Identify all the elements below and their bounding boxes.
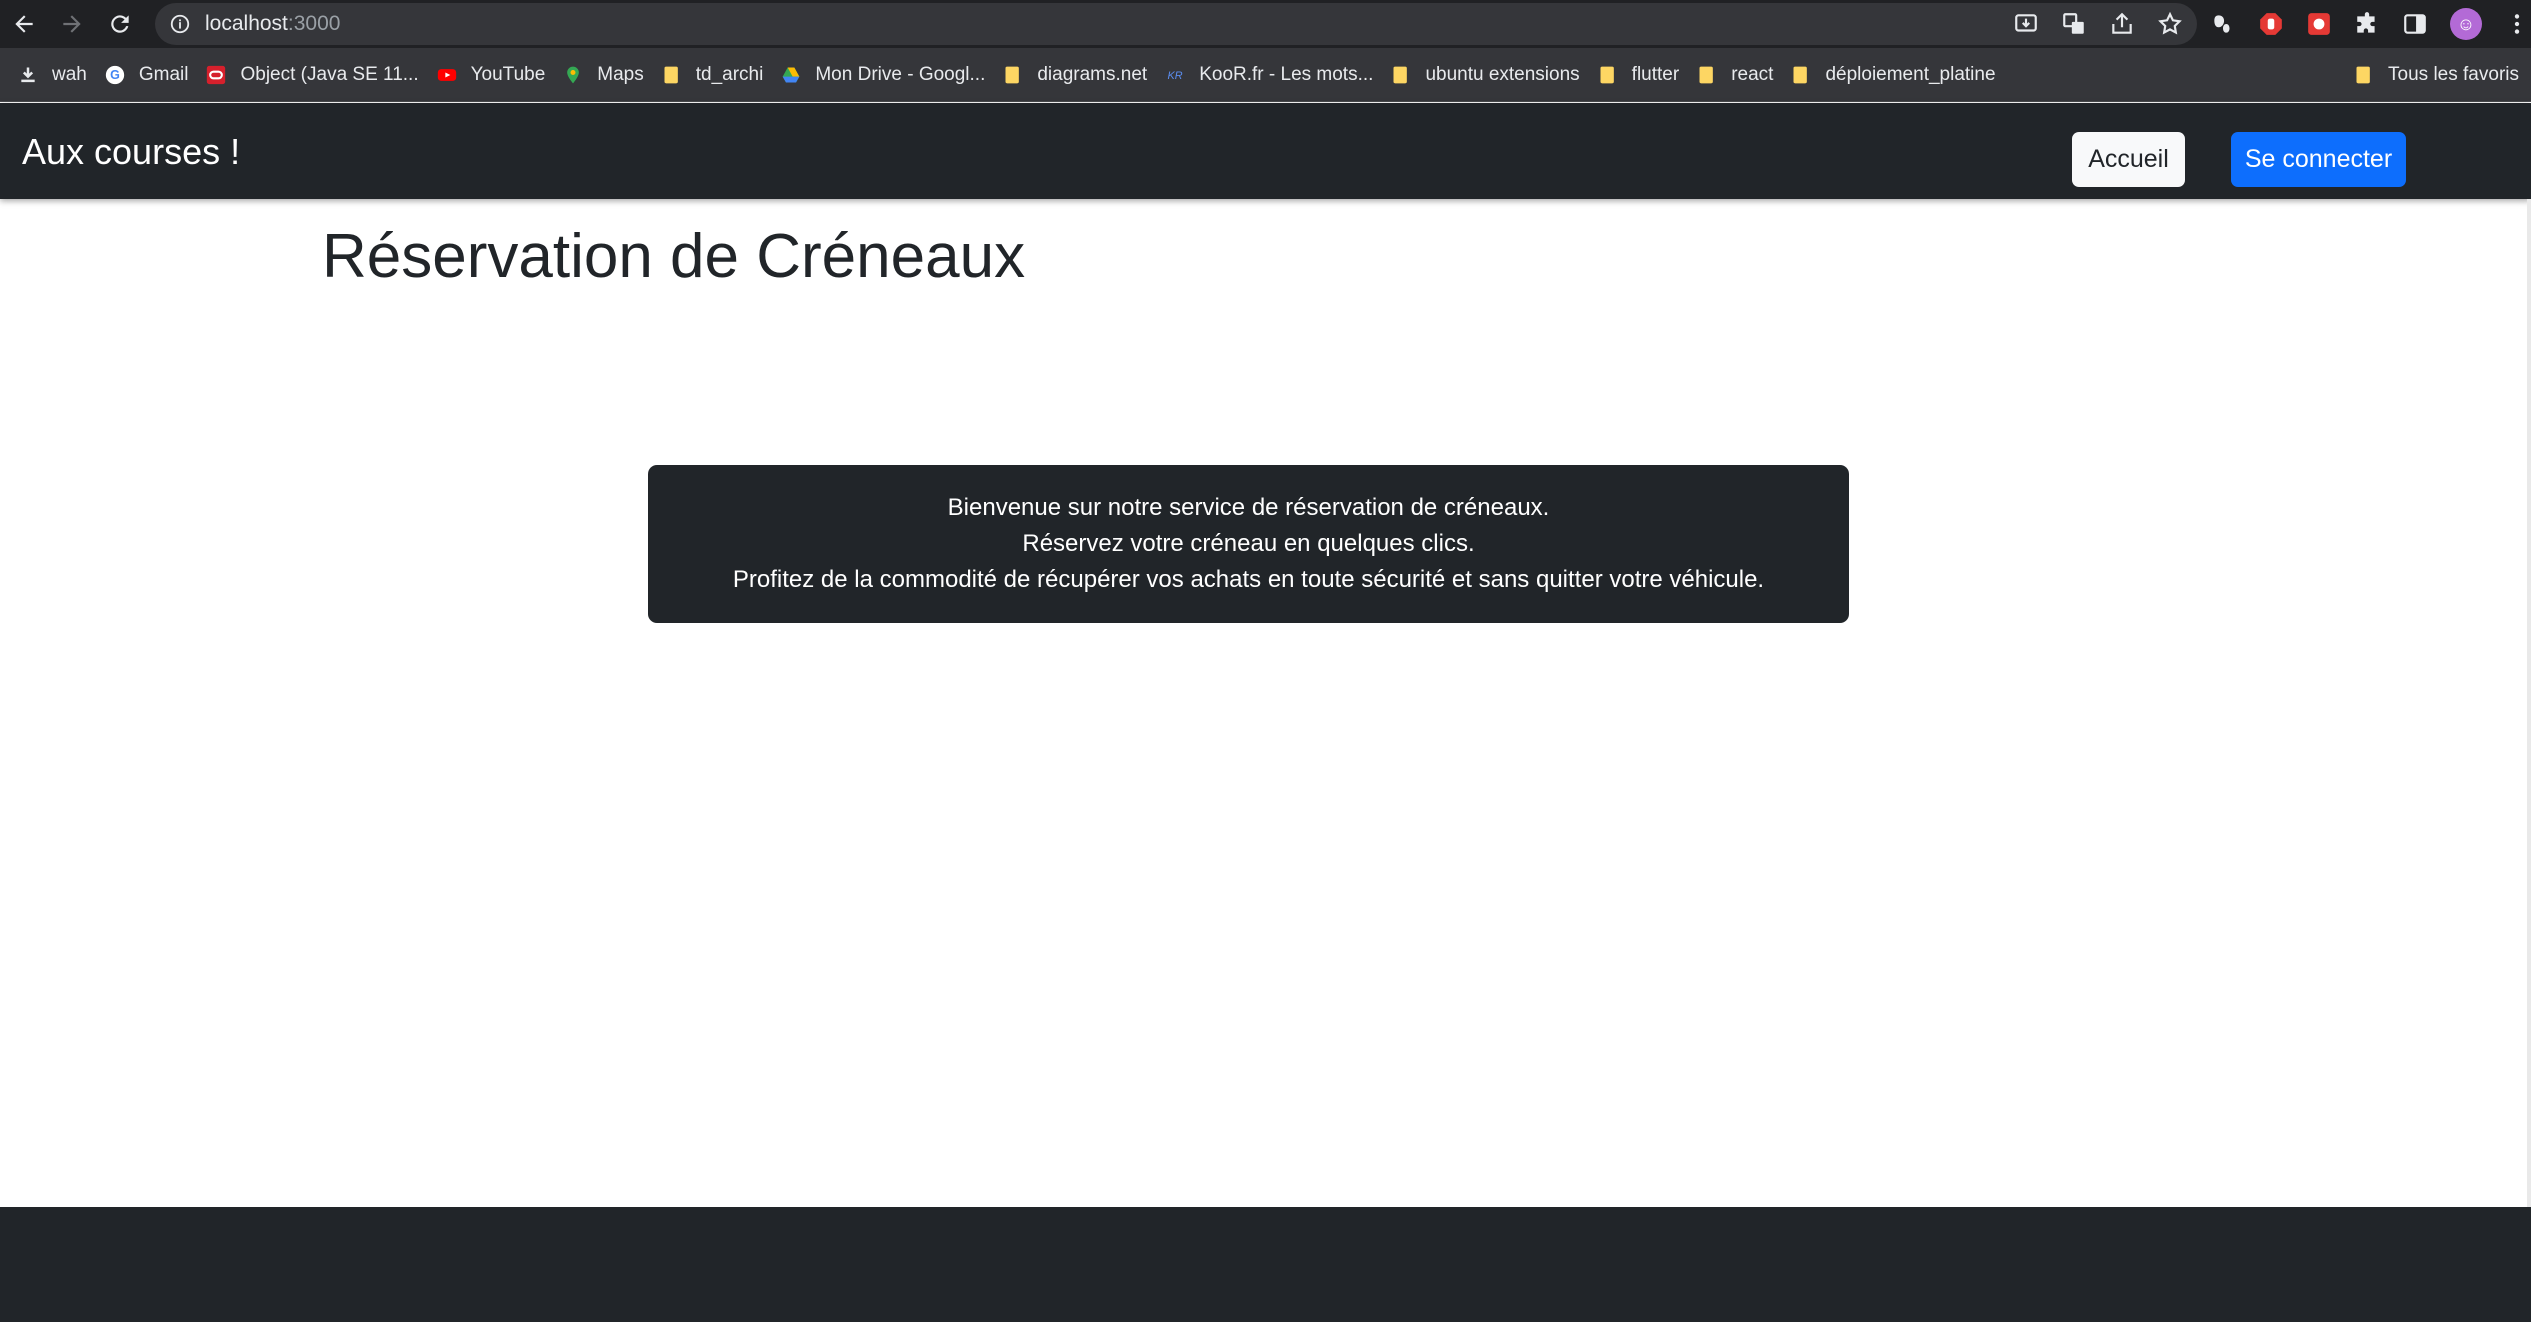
google-icon: G bbox=[105, 65, 125, 84]
navbar-brand[interactable]: Aux courses ! bbox=[22, 131, 240, 173]
bookmark-wah[interactable]: wah bbox=[12, 57, 99, 93]
address-bar[interactable]: localhost:3000 bbox=[155, 3, 2197, 45]
folder-icon bbox=[1600, 66, 1614, 83]
youtube-icon bbox=[437, 68, 456, 81]
page-footer bbox=[0, 1207, 2531, 1322]
install-app-icon[interactable] bbox=[2013, 11, 2039, 37]
address-url: localhost:3000 bbox=[205, 12, 340, 36]
welcome-line-2: Réservez votre créneau en quelques clics… bbox=[1022, 530, 1475, 557]
bookmark-td-archi[interactable]: td_archi bbox=[656, 57, 776, 93]
bookmark-diagrams[interactable]: diagrams.net bbox=[997, 57, 1159, 93]
welcome-line-1: Bienvenue sur notre service de réservati… bbox=[947, 494, 1550, 521]
bookmark-label: wah bbox=[52, 63, 87, 85]
omnibox-actions bbox=[2013, 3, 2183, 45]
home-button[interactable]: Accueil bbox=[2072, 132, 2185, 187]
bookmark-label: react bbox=[1731, 63, 1774, 85]
bookmark-label: td_archi bbox=[695, 63, 764, 85]
welcome-banner: Bienvenue sur notre service de réservati… bbox=[648, 465, 1849, 623]
browser-menu-icon[interactable] bbox=[2504, 11, 2530, 37]
url-host: localhost bbox=[205, 12, 288, 35]
bookmark-youtube[interactable]: YouTube bbox=[431, 57, 558, 93]
bookmark-label: déploiement_platine bbox=[1825, 63, 1996, 85]
folder-icon bbox=[1793, 66, 1808, 83]
translate-icon[interactable] bbox=[2061, 11, 2087, 37]
site-info-icon[interactable] bbox=[169, 13, 191, 35]
bookmark-label: Mon Drive - Googl... bbox=[815, 63, 986, 85]
bookmark-label: Maps bbox=[597, 63, 644, 85]
folder-icon bbox=[1005, 66, 1020, 83]
browser-toolbar: localhost:3000 ☺ bbox=[0, 0, 2531, 48]
adblock-extension-icon[interactable] bbox=[2258, 11, 2284, 37]
bookmark-oracle[interactable]: Object (Java SE 11... bbox=[200, 57, 430, 93]
oracle-icon bbox=[207, 65, 226, 84]
folder-icon bbox=[2356, 66, 2370, 84]
reload-icon bbox=[111, 15, 129, 33]
profile-avatar[interactable]: ☺ bbox=[2450, 8, 2482, 40]
extensions-puzzle-icon[interactable] bbox=[2354, 11, 2380, 37]
bookmark-label: Object (Java SE 11... bbox=[240, 63, 419, 85]
profile-avatar-icon: ☺ bbox=[2456, 13, 2476, 34]
bookmark-label: diagrams.net bbox=[1037, 63, 1148, 85]
download-icon bbox=[21, 67, 35, 82]
bookmark-react[interactable]: react bbox=[1691, 57, 1785, 93]
bookmark-deploiement-platine[interactable]: déploiement_platine bbox=[1785, 57, 2007, 93]
bookmark-koor[interactable]: KR KooR.fr - Les mots... bbox=[1159, 57, 1385, 93]
page-title: Réservation de Créneaux bbox=[322, 222, 1026, 291]
forward-arrow-icon bbox=[63, 15, 81, 33]
bookmark-label: flutter bbox=[1631, 63, 1680, 85]
login-button[interactable]: Se connecter bbox=[2231, 132, 2406, 187]
bookmark-ubuntu-extensions[interactable]: ubuntu extensions bbox=[1385, 57, 1591, 93]
svg-text:KR: KR bbox=[1168, 70, 1183, 82]
gnome-extension-icon[interactable] bbox=[2210, 11, 2236, 37]
side-panel-icon[interactable] bbox=[2402, 11, 2428, 37]
browser-window: localhost:3000 ☺ wah G Gmail Object (Jav… bbox=[0, 0, 2531, 1322]
share-icon[interactable] bbox=[2109, 11, 2135, 37]
url-port: :3000 bbox=[287, 12, 341, 35]
bookmark-label: YouTube bbox=[470, 63, 546, 85]
bookmark-flutter[interactable]: flutter bbox=[1592, 57, 1692, 93]
bookmark-mon-drive[interactable]: Mon Drive - Googl... bbox=[775, 57, 997, 93]
back-button[interactable] bbox=[0, 0, 48, 48]
bookmark-label: KooR.fr - Les mots... bbox=[1199, 63, 1374, 85]
welcome-line-3: Profitez de la commodité de récupérer vo… bbox=[732, 566, 1765, 593]
red-extension-icon[interactable] bbox=[2306, 11, 2332, 37]
page-scrollbar[interactable] bbox=[2527, 199, 2531, 1207]
bookmarks-bar: wah G Gmail Object (Java SE 11... YouTub… bbox=[0, 48, 2531, 102]
forward-button[interactable] bbox=[48, 0, 96, 48]
app-navbar: Aux courses ! Accueil Se connecter bbox=[0, 103, 2531, 199]
all-bookmarks-folder[interactable]: Tous les favoris bbox=[2348, 57, 2531, 93]
extensions-area: ☺ bbox=[2210, 0, 2530, 48]
bookmark-gmail[interactable]: G Gmail bbox=[99, 57, 201, 93]
reload-button[interactable] bbox=[96, 0, 144, 48]
folder-icon bbox=[664, 66, 678, 83]
bookmark-maps[interactable]: Maps bbox=[557, 57, 655, 93]
folder-icon bbox=[1699, 66, 1714, 83]
bookmark-label: Gmail bbox=[138, 63, 189, 85]
folder-icon bbox=[1393, 66, 1408, 83]
drive-icon bbox=[783, 67, 800, 82]
all-bookmarks-label: Tous les favoris bbox=[2388, 64, 2519, 85]
web-page: Aux courses ! Accueil Se connecter Réser… bbox=[0, 103, 2531, 1322]
maps-pin-icon bbox=[567, 66, 580, 83]
bookmark-label: ubuntu extensions bbox=[1425, 63, 1580, 85]
bookmark-star-icon[interactable] bbox=[2157, 11, 2183, 37]
koor-icon: KR bbox=[1168, 70, 1183, 82]
back-arrow-icon bbox=[15, 15, 33, 33]
svg-text:G: G bbox=[110, 68, 120, 82]
